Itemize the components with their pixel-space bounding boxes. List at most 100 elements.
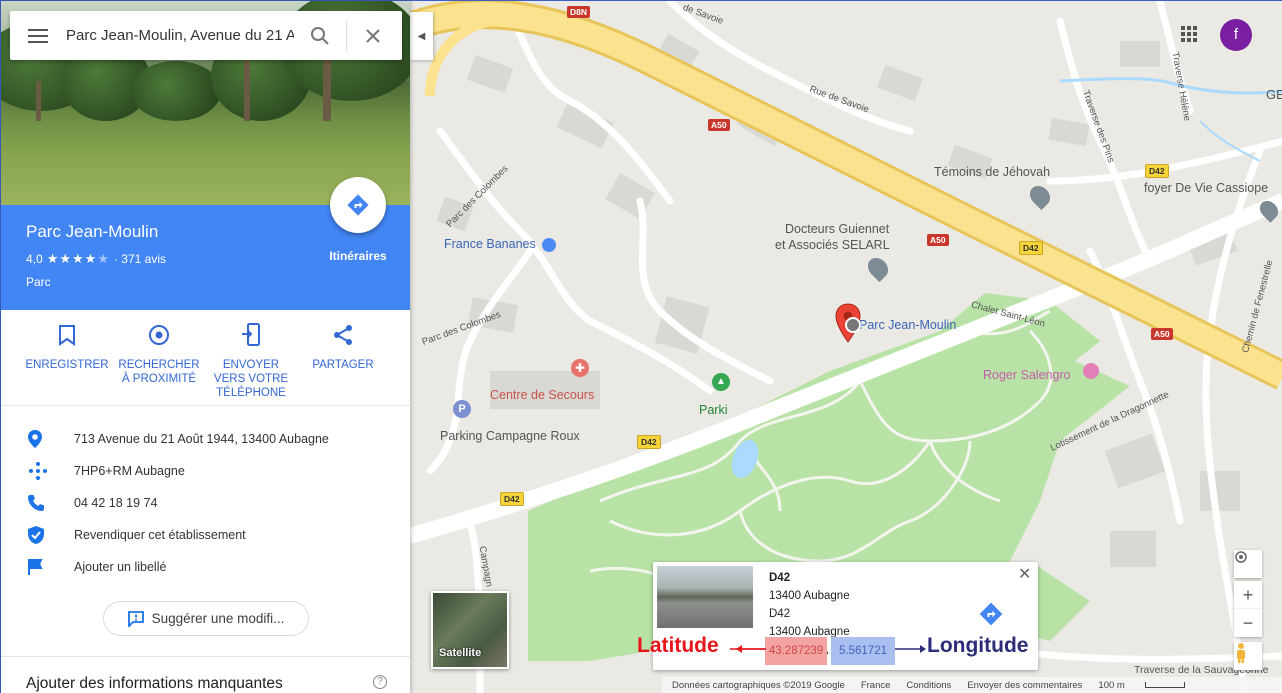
directions-icon [347,194,369,216]
location-pin-icon [1,429,74,449]
poi-parc-jean-moulin[interactable]: Parc Jean-Moulin [859,318,956,332]
avatar[interactable]: f [1220,19,1252,51]
close-icon[interactable]: ✕ [1018,564,1031,584]
zoom-out-button[interactable]: − [1234,609,1262,637]
info-row-plus-code[interactable]: 7HP6+RM Aubagne [1,455,410,487]
info-row-claim[interactable]: Revendiquer cet établissement [1,519,410,551]
chevron-left-icon: ◀ [417,30,426,42]
footer-country[interactable]: France [861,680,891,691]
suggest-edit-button[interactable]: Suggérer une modifi... [103,601,309,636]
share-icon [299,322,387,348]
plus-code-text: 7HP6+RM Aubagne [74,464,185,478]
poi-roger-salengro[interactable]: Roger Salengro [983,368,1071,382]
place-category[interactable]: Parc [26,275,51,289]
road-shield-a50: A50 [708,119,730,131]
info-list: 713 Avenue du 21 Août 1944, 13400 Aubagn… [1,423,410,583]
latitude-annotation: Latitude [637,634,719,657]
scale-bar [1144,682,1185,688]
poi-docteurs-1[interactable]: Docteurs Guiennet [785,222,889,236]
info-row-label[interactable]: Ajouter un libellé [1,551,410,583]
poi-centre-secours[interactable]: Centre de Secours [490,388,594,402]
map-canvas[interactable]: D8N A50 A50 A50 D42 D42 D42 D42 de Savoi… [410,1,1282,693]
location-card-title: D42 [769,572,791,584]
collapse-panel-button[interactable]: ◀ [410,12,433,60]
menu-icon[interactable] [10,11,66,60]
road-shield-d42-2: D42 [637,435,661,449]
action-bar: ENREGISTRER RECHERCHER À PROXIMITÉ ENVOY… [1,310,410,406]
search-input[interactable] [66,15,294,56]
shopping-cart-icon [542,237,557,252]
poi-parking[interactable]: Parking Campagne Roux [440,429,580,443]
road-shield-a50-2: A50 [927,234,949,246]
bookmark-icon [23,322,111,348]
satellite-toggle[interactable]: Satellite [431,591,509,669]
place-panel: Parc Jean-Moulin 4,0 ★★★★★ · 371 avis Pa… [1,1,410,693]
poi-france-bananes[interactable]: France Bananes [444,237,557,252]
missing-info-title: Ajouter des informations manquantes [26,675,283,692]
hospital-icon: ✚ [571,359,589,377]
close-icon[interactable] [347,11,399,60]
road-shield-d8n: D8N [567,6,591,18]
my-location-icon [1235,551,1247,563]
nearby-label: RECHERCHER À PROXIMITÉ [118,359,200,385]
share-label: PARTAGER [312,359,374,371]
poi-temoins[interactable]: Témoins de Jéhovah [934,165,1050,179]
road-shield-a50-3: A50 [1151,328,1173,340]
satellite-label: Satellite [439,647,482,659]
annotation-arrows [730,645,926,653]
apps-grid-icon[interactable] [1181,26,1197,42]
hotel-icon [1083,363,1099,379]
pegman-icon [1237,643,1245,663]
send-to-phone-label: ENVOYER VERS VOTRE TÉLÉPHONE [213,359,289,399]
plus-code-icon [1,460,74,482]
missing-info-section: Ajouter des informations manquantes ? [1,656,410,693]
share-button[interactable]: PARTAGER [299,322,387,372]
map-edge-label: GE [1266,87,1282,102]
zoom-in-button[interactable]: + [1234,581,1262,609]
phone-text: 04 42 18 19 74 [74,496,158,510]
map-footer: Données cartographiques ©2019 Google Fra… [662,677,1282,693]
address-text: 713 Avenue du 21 Août 1944, 13400 Aubagn… [74,432,329,446]
nearby-button[interactable]: RECHERCHER À PROXIMITÉ [115,322,203,386]
flag-icon [1,558,74,576]
rating-value: 4,0 [26,252,43,266]
directions-icon[interactable] [978,601,1004,627]
directions-button[interactable] [330,177,386,233]
longitude-annotation: Longitude [927,634,1029,657]
footer-feedback-link[interactable]: Envoyer des commentaires [967,680,1082,691]
phone-icon [1,494,74,512]
suggest-edit-label: Suggérer une modifi... [151,611,285,626]
star-rating: ★★★★★ [46,251,110,266]
page-title: Parc Jean-Moulin [26,222,159,241]
footer-terms-link[interactable]: Conditions [906,680,951,691]
parking-icon: P [453,400,471,418]
road-shield-d42-3: D42 [500,492,524,506]
poi-parki[interactable]: Parki [699,403,727,417]
info-row-address[interactable]: 713 Avenue du 21 Août 1944, 13400 Aubagn… [1,423,410,455]
road-shield-d42: D42 [1019,241,1043,255]
my-location-button[interactable] [1234,550,1262,578]
rating-row[interactable]: 4,0 ★★★★★ · 371 avis [26,251,166,267]
search-box [10,11,402,60]
claim-text: Revendiquer cet établissement [74,528,246,542]
map-scale[interactable]: 100 m [1098,680,1200,691]
road-shield-d42-4: D42 [1145,164,1169,178]
map-data-credit[interactable]: Données cartographiques ©2019 Google [672,680,845,691]
location-card-line-1: 13400 Aubagne [769,590,850,602]
poi-docteurs-2[interactable]: et Associés SELARL [775,238,890,252]
location-card-line-2: D42 [769,608,791,620]
send-to-phone-button[interactable]: ENVOYER VERS VOTRE TÉLÉPHONE [207,322,295,400]
help-icon[interactable]: ? [373,675,387,689]
review-count[interactable]: · 371 avis [114,252,166,266]
info-row-phone[interactable]: 04 42 18 19 74 [1,487,410,519]
directions-label[interactable]: Itinéraires [321,249,395,263]
poi-foyer[interactable]: foyer De Vie Cassiope [1144,181,1268,195]
send-to-phone-icon [207,322,295,348]
nearby-icon [115,322,203,348]
street-view-thumbnail[interactable] [657,566,753,628]
place-marker-icon [845,317,861,333]
save-label: ENREGISTRER [25,359,109,371]
save-button[interactable]: ENREGISTRER [23,322,111,372]
search-icon[interactable] [294,11,346,60]
pegman-button[interactable] [1234,642,1262,670]
